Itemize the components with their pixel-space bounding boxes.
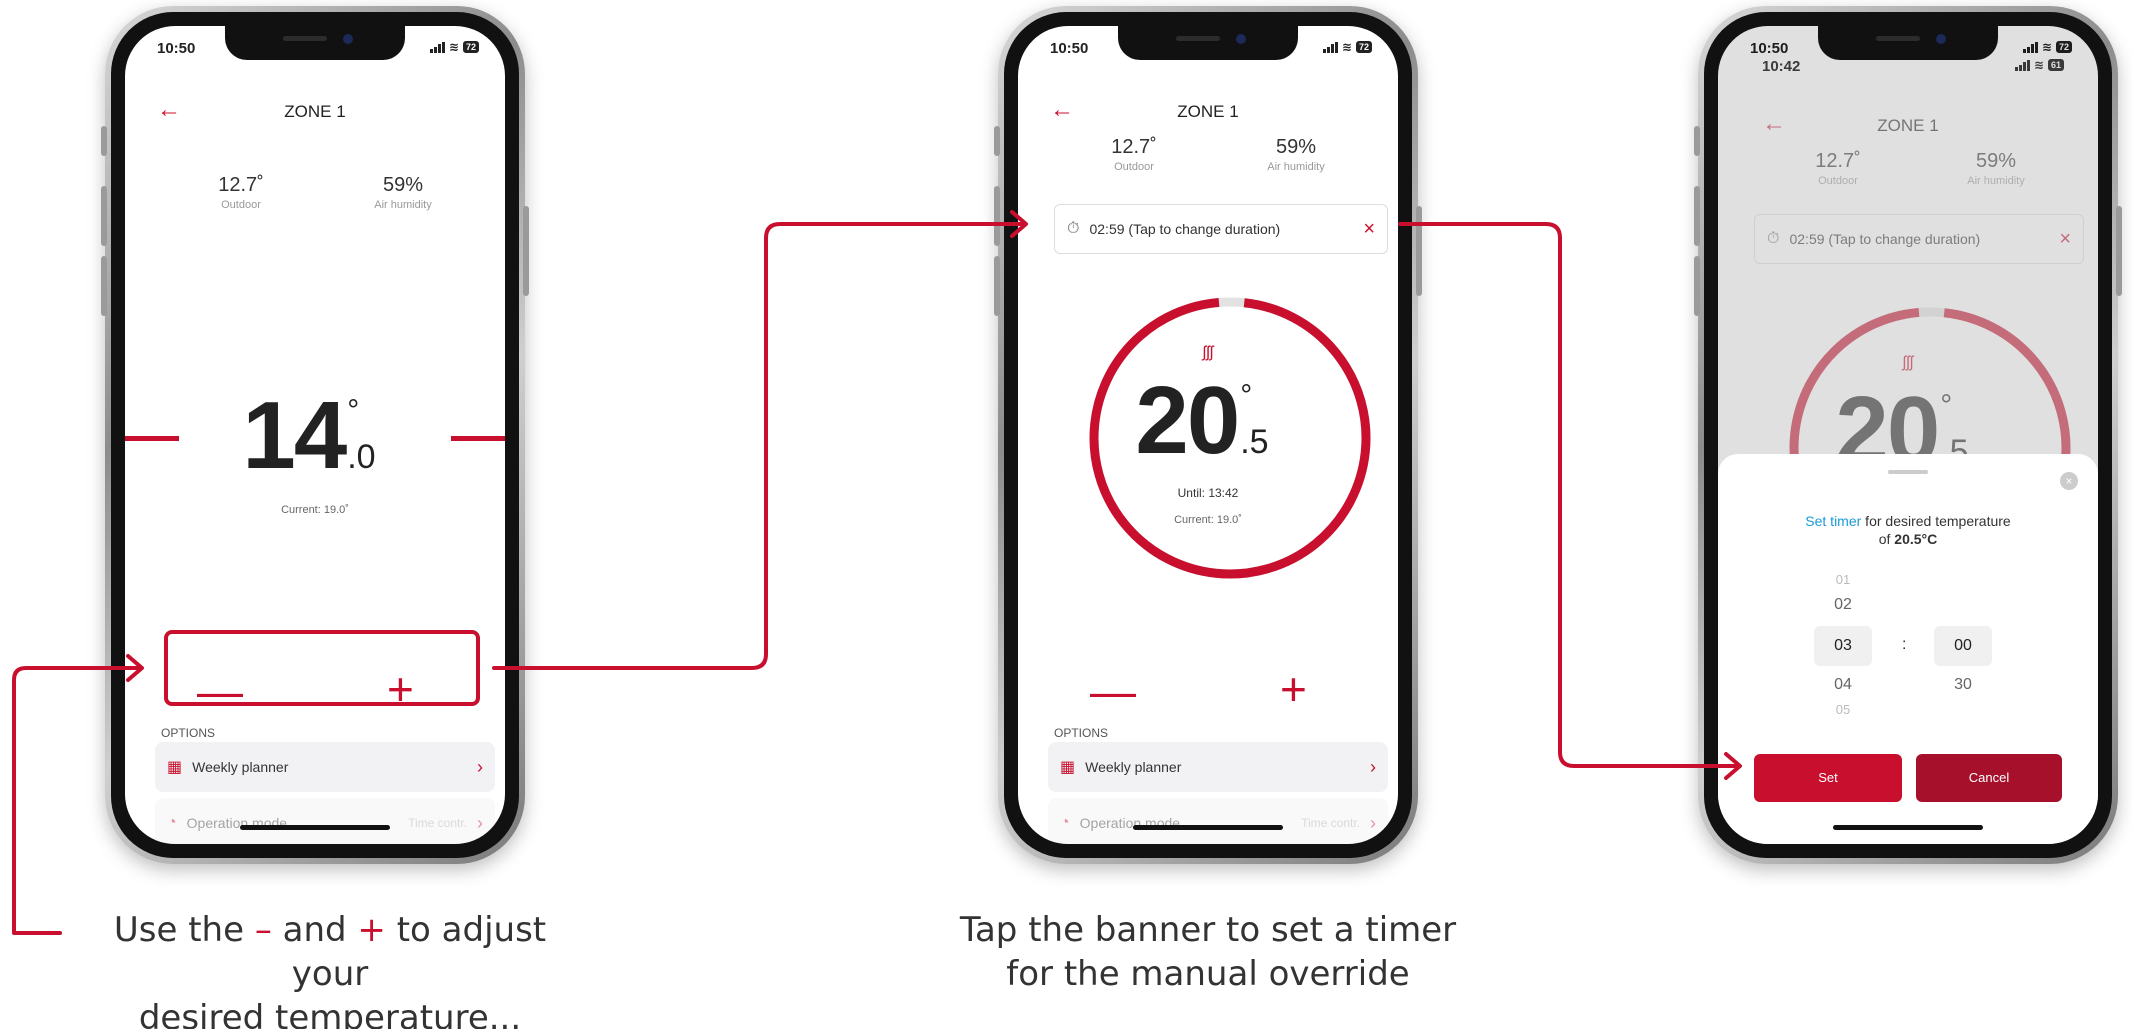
current-temperature: Current: 19.0˚ <box>1174 514 1242 526</box>
caption-banner: Tap the banner to set a timer for the ma… <box>959 910 1457 994</box>
plus-button[interactable]: + <box>387 666 414 712</box>
options-label: OPTIONS <box>161 726 216 740</box>
set-timer-link: Set timer <box>1805 513 1862 529</box>
page-title: ZONE 1 <box>1177 102 1239 121</box>
minus-button[interactable]: — <box>197 668 243 714</box>
phone-1: 10:50 ≋ 72 ← ZONE 1 12.7˚ Outdoor 59% Ai… <box>101 6 529 864</box>
dial-right-segment <box>451 436 505 441</box>
chevron-right-icon: › <box>1370 756 1376 777</box>
dial-left-segment <box>125 436 179 441</box>
operation-mode-row[interactable]: ◔ Operation mode Time contr. › <box>1048 798 1388 844</box>
calendar-icon: ▦ <box>1060 759 1076 776</box>
weekly-planner-row[interactable]: ▦ Weekly planner › <box>1048 742 1388 792</box>
hour-selected[interactable]: 03 <box>1814 626 1872 666</box>
minus-button[interactable]: — <box>1090 668 1136 714</box>
heating-icon: ʃʃʃ <box>1202 344 1214 361</box>
caption-adjust: Use the – and + to adjust your desired t… <box>113 910 547 1029</box>
hour-option[interactable]: 05 <box>1814 702 1872 717</box>
wifi-icon: ≋ <box>448 40 459 54</box>
battery-icon: 72 <box>462 41 479 53</box>
signal-icon <box>1322 41 1338 53</box>
screen-2: 10:50 ≋ 72 ← ZONE 1 12.7˚ Outdoor 59% Ai… <box>1018 26 1398 844</box>
connector-banner-to-sheet <box>1398 222 1740 768</box>
close-icon[interactable]: × <box>2060 472 2078 490</box>
setpoint-temperature: 20°.5 <box>1135 367 1269 474</box>
battery-icon: 72 <box>1355 41 1372 53</box>
operation-mode-row[interactable]: ◔ Operation mode Time contr. › <box>155 798 495 844</box>
screen-3: 10:50 ≋ 72 10:42 ≋ 61 ← ZONE 1 12.7˚ Out… <box>1718 26 2098 844</box>
minute-option[interactable]: 30 <box>1934 676 1992 694</box>
hour-option[interactable]: 01 <box>1814 572 1872 587</box>
timer-icon: ⏱ <box>1067 220 1080 237</box>
screen-1: 10:50 ≋ 72 ← ZONE 1 12.7˚ Outdoor 59% Ai… <box>125 26 505 844</box>
sheet-title: Set timer for desired temperature of 20.… <box>1805 513 2011 547</box>
options-label: OPTIONS <box>1054 726 1109 740</box>
mode-icon: ◔ <box>167 814 177 831</box>
hour-option[interactable]: 04 <box>1814 676 1872 694</box>
until-time: Until: 13:42 <box>1177 486 1239 500</box>
chevron-right-icon: › <box>1370 812 1376 833</box>
outdoor-stat: 12.7˚ Outdoor <box>1111 136 1157 173</box>
outdoor-stat: 12.7˚ Outdoor <box>218 174 264 211</box>
plus-button[interactable]: + <box>1280 666 1307 712</box>
mode-icon: ◔ <box>1060 814 1070 831</box>
timer-sheet: × Set timer for desired temperature of 2… <box>1718 454 2098 844</box>
sheet-grabber[interactable] <box>1888 470 1928 474</box>
phone-2: 10:50 ≋ 72 ← ZONE 1 12.7˚ Outdoor 59% Ai… <box>994 6 1422 864</box>
humidity-stat: 59% Air humidity <box>374 174 432 211</box>
weekly-planner-row[interactable]: ▦ Weekly planner › <box>155 742 495 792</box>
time-separator: : <box>1902 636 1907 653</box>
close-icon[interactable]: × <box>1363 218 1375 241</box>
connector-controls-to-banner <box>492 222 1026 670</box>
humidity-stat: 59% Air humidity <box>1267 136 1325 173</box>
phone-3: 10:50 ≋ 72 10:42 ≋ 61 ← ZONE 1 12.7˚ Out… <box>1694 6 2122 864</box>
chevron-right-icon: › <box>477 812 483 833</box>
cancel-button[interactable]: Cancel <box>1916 754 2062 802</box>
timer-banner[interactable]: ⏱ 02:59 (Tap to change duration) × <box>1054 204 1388 254</box>
status-time: 10:50 <box>157 40 196 57</box>
status-time: 10:50 <box>1050 40 1089 57</box>
setpoint-temperature: 14°.0 <box>242 382 376 489</box>
chevron-right-icon: › <box>477 756 483 777</box>
calendar-icon: ▦ <box>167 759 183 776</box>
signal-icon <box>429 41 445 53</box>
minute-selected[interactable]: 00 <box>1934 626 1992 666</box>
current-temperature: Current: 19.0˚ <box>281 504 349 516</box>
wifi-icon: ≋ <box>1341 40 1352 54</box>
set-button[interactable]: Set <box>1754 754 1902 802</box>
page-title: ZONE 1 <box>284 102 346 121</box>
hour-option[interactable]: 02 <box>1814 596 1872 614</box>
